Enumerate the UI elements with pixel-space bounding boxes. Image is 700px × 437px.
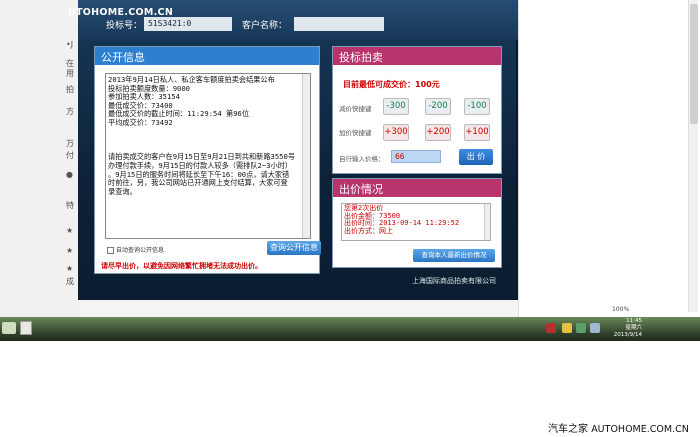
bid-status-panel: 出价情况 您第2次出价 出价金额：73500 出价时间：2013-09-14 1… — [332, 178, 502, 268]
bid-number-label: 投标号： — [106, 21, 143, 31]
left-page-strip: •J 在 用 拍 方 万 付 ● 特 ★ ★ ★ 成 — [0, 0, 80, 318]
tray-app-icon[interactable] — [546, 323, 556, 333]
plus-300-button[interactable]: +300 — [383, 124, 409, 141]
info-scrollbar[interactable] — [302, 74, 310, 238]
bid-status-text[interactable]: 您第2次出价 出价金额：73500 出价时间：2013-09-14 11:29:… — [341, 203, 491, 241]
auto-query-checkbox[interactable]: 自动查询公开信息 — [107, 245, 164, 254]
decrease-label: 减价快捷键 — [339, 105, 372, 113]
zoom-level[interactable]: 100% — [612, 306, 629, 313]
clock-time: 11:45 — [626, 318, 642, 324]
bid-panel: 投标拍卖 目前最低可成交价：100元 减价快捷键 -300 -200 -100 … — [332, 46, 502, 174]
public-info-text[interactable]: 2013年9月14日私人、私企客车额度拍卖会结果公布 投标拍卖额度数量：9000… — [105, 73, 311, 239]
watermark-name: 汽车之家 — [548, 424, 588, 435]
strip-text: 成 — [66, 277, 74, 286]
right-page-strip — [518, 0, 700, 318]
strip-text: ● — [66, 170, 73, 179]
strip-text: ★ — [66, 246, 74, 255]
increase-label: 加价快捷键 — [339, 129, 372, 137]
bid-panel-title: 投标拍卖 — [333, 47, 501, 65]
info-line: 平均成交价：73492 — [108, 117, 173, 127]
status-line: 出价方式：网上 — [344, 226, 393, 235]
plus-200-button[interactable]: +200 — [425, 124, 451, 141]
strip-text: 拍 — [66, 85, 74, 94]
minus-100-button[interactable]: -100 — [464, 98, 490, 115]
custom-price-input[interactable]: 66 — [391, 150, 441, 163]
watermark-url: AUTOHOME.COM.CN — [591, 424, 689, 435]
customer-name-field — [294, 17, 384, 31]
query-public-info-button[interactable]: 查询公开信息 — [267, 241, 321, 255]
document-icon[interactable] — [20, 321, 32, 335]
lowest-price: 目前最低可成交价：100元 — [343, 80, 440, 89]
watermark-bottom: 汽车之家 AUTOHOME.COM.CN — [548, 420, 689, 435]
public-info-title: 公开信息 — [95, 47, 319, 65]
info-line — [108, 128, 308, 137]
strip-text: •J — [66, 40, 74, 49]
info-line — [108, 136, 308, 145]
minus-200-button[interactable]: -200 — [425, 98, 451, 115]
bid-status-title: 出价情况 — [333, 179, 501, 197]
plus-100-button[interactable]: +100 — [464, 124, 490, 141]
strip-text: ★ — [66, 226, 74, 235]
bid-number-field: 51S3421:0 — [144, 17, 232, 31]
auction-header: 投标号： 51S3421:0 客户名称： — [78, 0, 518, 40]
customer-name-label: 客户名称： — [242, 21, 288, 31]
page-scrollbar[interactable] — [688, 0, 698, 312]
checkbox-icon[interactable] — [107, 247, 114, 254]
company-footer: 上海国际商品拍卖有限公司 — [412, 277, 496, 285]
volume-icon[interactable] — [590, 323, 600, 333]
strip-text: 特 — [66, 201, 74, 210]
shield-icon[interactable] — [562, 323, 572, 333]
watermark-top: UTOHOME.COM.CN — [68, 7, 174, 18]
query-latest-bid-button[interactable]: 查询本人最新出价情况 — [413, 249, 495, 262]
custom-price-label: 自行输入价格： — [339, 155, 385, 163]
auto-query-label: 自动查询公开信息 — [116, 247, 165, 254]
bid-warning: 请尽早出价，以避免因网络繁忙拥堵无法成功出价。 — [101, 262, 262, 270]
auction-window: 投标号： 51S3421:0 客户名称： 公开信息 2013年9月14日私人、私… — [78, 0, 518, 300]
strip-text: 方 — [66, 107, 74, 116]
strip-text: 万 — [66, 139, 74, 148]
clock-date: 2013/9/14 — [613, 332, 642, 338]
public-info-panel: 公开信息 2013年9月14日私人、私企客车额度拍卖会结果公布 投标拍卖额度数量… — [94, 46, 321, 274]
status-scrollbar[interactable] — [484, 204, 490, 240]
clock[interactable]: 11:45 星期六 2013/9/14 — [612, 318, 642, 339]
minus-300-button[interactable]: -300 — [383, 98, 409, 115]
page-scroll-thumb[interactable] — [690, 4, 698, 124]
start-icon[interactable] — [2, 322, 16, 334]
clock-weekday: 星期六 — [625, 325, 642, 331]
strip-text: ★ — [66, 264, 74, 273]
info-line: 录查询。 — [108, 186, 137, 196]
network-icon[interactable] — [576, 323, 586, 333]
submit-bid-button[interactable]: 出 价 — [459, 149, 493, 165]
taskbar: 11:45 星期六 2013/9/14 — [0, 317, 700, 341]
info-line: 时前往，另，我公司网站已开通网上支付结算，大家可登 — [108, 178, 288, 188]
strip-text: 用 — [66, 69, 74, 78]
strip-text: 付 — [66, 151, 74, 160]
